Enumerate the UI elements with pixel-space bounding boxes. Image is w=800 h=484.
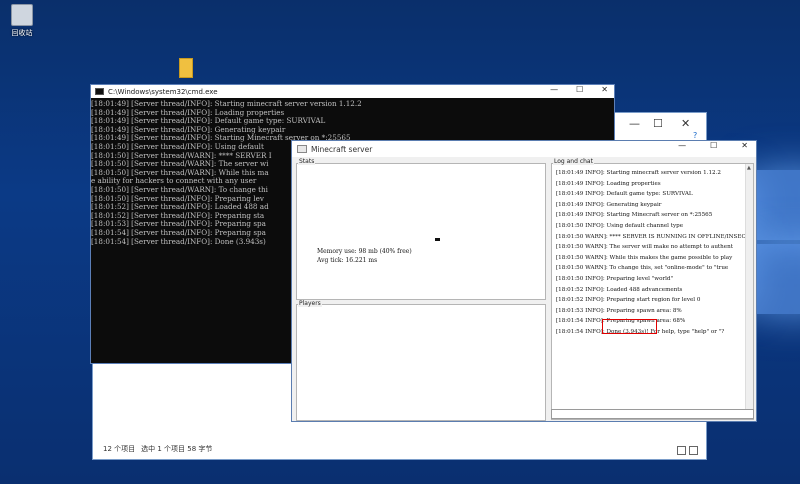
folder-icon[interactable] bbox=[179, 58, 193, 78]
minecraft-icon bbox=[297, 145, 307, 153]
recycle-bin-icon bbox=[11, 4, 33, 26]
mc-minimize-button[interactable]: — bbox=[678, 141, 686, 150]
cmd-title: C:\Windows\system32\cmd.exe bbox=[108, 87, 218, 96]
log-line: [18:01:53 INFO]: Preparing spawn area: 8… bbox=[556, 307, 682, 314]
stats-graph bbox=[435, 238, 440, 241]
log-line: [18:01:49 INFO]: Starting Minecraft serv… bbox=[556, 212, 713, 219]
log-line: [18:01:49 INFO]: Loading properties bbox=[556, 180, 661, 187]
cmd-close-button[interactable]: ✕ bbox=[601, 85, 608, 94]
explorer-minimize-button[interactable]: — bbox=[629, 117, 640, 130]
help-icon[interactable]: ? bbox=[693, 131, 697, 140]
mc-maximize-button[interactable]: ☐ bbox=[710, 141, 717, 150]
minecraft-server-window: Minecraft server — ☐ ✕ Memory use: 98 mb… bbox=[291, 140, 757, 422]
large-icons-view-icon[interactable] bbox=[689, 446, 698, 455]
players-label: Players bbox=[298, 300, 322, 307]
log-line: [18:01:50 WARN]: **** SERVER IS RUNNING … bbox=[556, 233, 746, 240]
avg-tick: Avg tick: 16.221 ms bbox=[317, 257, 378, 264]
selection-info: 选中 1 个项目 58 字节 bbox=[141, 445, 213, 453]
log-line: [18:01:50 WARN]: While this makes the ga… bbox=[556, 254, 733, 261]
log-line: [18:01:49 INFO]: Generating keypair bbox=[556, 201, 662, 208]
explorer-maximize-button[interactable]: ☐ bbox=[653, 117, 663, 130]
recycle-bin[interactable]: 回收站 bbox=[8, 4, 36, 38]
done-highlight-box bbox=[602, 319, 657, 334]
log-label: Log and chat bbox=[553, 158, 594, 165]
recycle-bin-label: 回收站 bbox=[11, 29, 33, 37]
log-panel: [18:01:49 INFO]: Starting minecraft serv… bbox=[551, 163, 754, 420]
cmd-minimize-button[interactable]: — bbox=[550, 85, 558, 94]
console-icon bbox=[95, 88, 104, 95]
players-list[interactable] bbox=[296, 304, 546, 421]
log-line: [18:01:49 INFO]: Default game type: SURV… bbox=[556, 191, 693, 198]
mc-title: Minecraft server bbox=[311, 144, 373, 154]
log-line: [18:01:49 INFO]: Starting minecraft serv… bbox=[556, 170, 721, 176]
item-count: 12 个项目 bbox=[103, 445, 136, 453]
cmd-maximize-button[interactable]: ☐ bbox=[576, 85, 583, 94]
log-line: [18:01:50 WARN]: The server will make no… bbox=[556, 244, 733, 251]
stats-label: Stats bbox=[298, 158, 316, 165]
explorer-close-button[interactable]: ✕ bbox=[681, 117, 690, 130]
memory-use: Memory use: 98 mb (40% free) bbox=[317, 248, 412, 255]
details-view-icon[interactable] bbox=[677, 446, 686, 455]
log-scrollbar[interactable]: ▲ ▼ bbox=[745, 164, 753, 419]
log-line: [18:01:52 INFO]: Preparing start region … bbox=[556, 297, 701, 304]
log-line: [18:01:50 INFO]: Preparing level "world" bbox=[556, 275, 674, 282]
log-line: [18:01:50 INFO]: Using default channel t… bbox=[556, 222, 684, 229]
cmd-titlebar: C:\Windows\system32\cmd.exe — ☐ ✕ bbox=[91, 85, 614, 98]
log-line: [18:01:50 WARN]: To change this, set "on… bbox=[556, 265, 729, 272]
mc-titlebar: Minecraft server — ☐ ✕ bbox=[292, 141, 756, 157]
command-input[interactable] bbox=[551, 409, 754, 419]
scroll-up-icon[interactable]: ▲ bbox=[747, 165, 751, 171]
log-output[interactable]: [18:01:49 INFO]: Starting minecraft serv… bbox=[556, 168, 746, 414]
log-line: [18:01:52 INFO]: Loaded 488 advancements bbox=[556, 286, 683, 293]
stats-panel: Memory use: 98 mb (40% free) Avg tick: 1… bbox=[296, 163, 546, 300]
explorer-status-bar: 12 个项目 选中 1 个项目 58 字节 bbox=[93, 439, 706, 459]
mc-close-button[interactable]: ✕ bbox=[741, 141, 748, 150]
